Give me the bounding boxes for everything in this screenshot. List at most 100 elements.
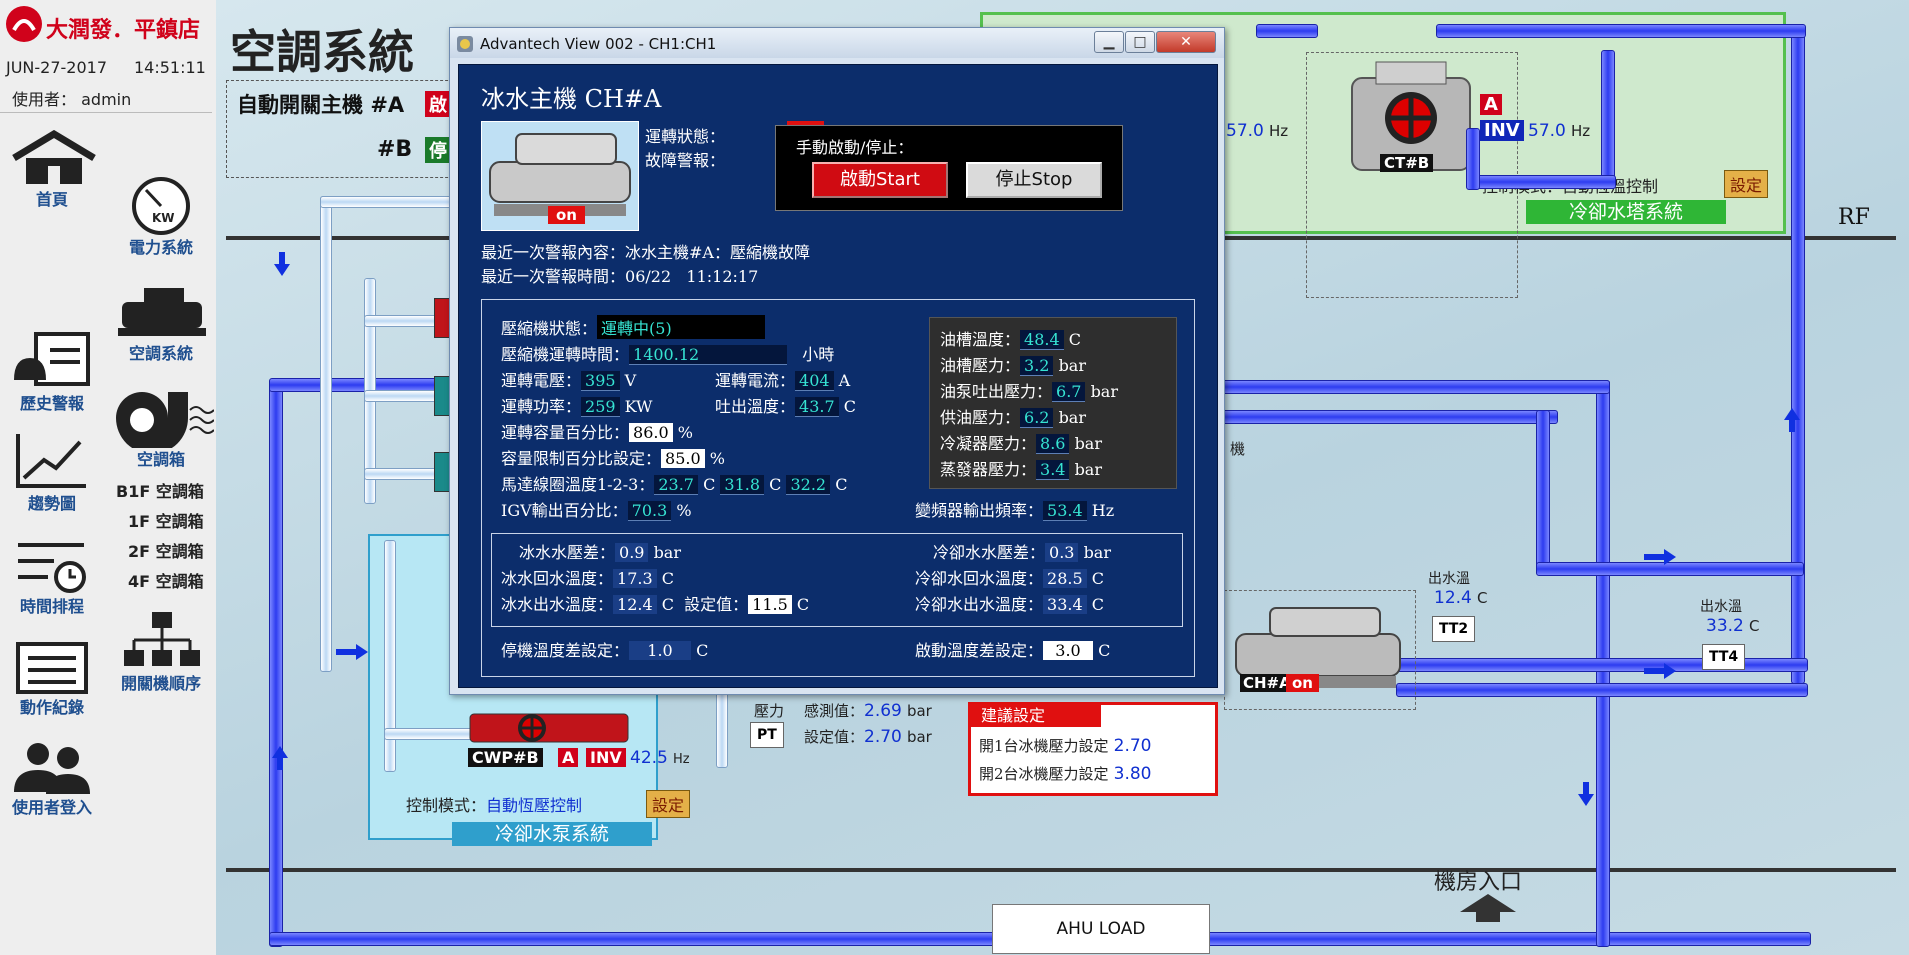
suggest-title: 建議設定 <box>971 705 1101 727</box>
ahu-b1f-link[interactable]: B1F 空調箱 <box>116 478 204 502</box>
user-name: admin <box>81 90 132 109</box>
outlet1-value: 12.4 C <box>1434 588 1488 608</box>
pump-unit[interactable] <box>468 710 630 746</box>
ct-unit-label: CT#B <box>1380 154 1434 172</box>
nav-hvac-label: 空調系統 <box>128 344 193 363</box>
fault-label: 故障警報： <box>645 151 726 170</box>
pump-set-button[interactable]: 設定 <box>646 790 691 818</box>
close-button[interactable]: ✕ <box>1156 31 1216 53</box>
user-label: 使用者： admin <box>12 90 132 109</box>
chw-dp: 冰水水壓差： 0.9 bar <box>519 543 681 562</box>
pipe <box>1256 24 1318 38</box>
oil-panel: 油槽溫度： 48.4 C 油槽壓力： 3.2 bar 油泵吐出壓力： 6.7 bar … <box>929 317 1177 489</box>
minimize-button[interactable]: ▁ <box>1094 31 1124 53</box>
nav-switch-sequence[interactable]: AHU LOAD 開關機順序 <box>108 610 214 696</box>
pump-mode-label: 控制模式：自動恆壓控制 <box>406 796 583 815</box>
oil-supply-press: 供油壓力： 6.2 bar <box>940 408 1086 428</box>
maximize-button[interactable]: □ <box>1125 31 1155 53</box>
chw-supply: 冰水出水溫度： 12.4 C 設定值： 11.5 C <box>501 595 810 614</box>
pressure-set: 設定值：2.70 bar <box>804 727 932 747</box>
alarm-history-icon <box>14 332 90 386</box>
nav-trend-label: 趨勢圖 <box>27 494 76 513</box>
flow-arrow-right-icon <box>1644 549 1676 565</box>
stop-diff-input[interactable]: 1.0 <box>629 641 692 660</box>
nav-hvac-system[interactable]: 空調系統 <box>108 282 214 363</box>
condenser-press: 冷凝器壓力： 8.6 bar <box>940 434 1102 454</box>
nav-home-label: 首頁 <box>35 190 68 209</box>
chiller-dialog-window: Advantech View 002 - CH1:CH1 ▁ □ ✕ 冰水主機 … <box>449 27 1225 695</box>
nav-home[interactable]: 首頁 <box>0 130 104 210</box>
chiller-image: on <box>481 121 639 231</box>
ahu-1f-link[interactable]: 1F 空調箱 <box>128 508 204 532</box>
nav-schedule[interactable]: 時間排程 <box>0 535 104 616</box>
nav-alarm-history[interactable]: 歷史警報 <box>0 330 104 413</box>
chw-return: 冰水回水溫度： 17.3 C <box>501 569 674 588</box>
stop-diff: 停機溫度差設定： 1.0 C <box>501 641 709 660</box>
pressure-sense: 感測值：2.69 bar <box>804 701 932 721</box>
flow-arrow-up-icon <box>272 746 288 770</box>
flow-arrow-down-icon <box>274 252 290 276</box>
close-icon: ✕ <box>1180 34 1192 50</box>
home-icon <box>12 130 96 184</box>
capacity-limit: 容量限制百分比設定： 85.0 % <box>501 449 725 468</box>
ahu-load-box[interactable]: AHU LOAD <box>992 904 1210 954</box>
rf-label: RF <box>1838 205 1870 230</box>
outlet2-tag: TT4 <box>1702 644 1746 670</box>
auto-switch-a-button[interactable]: 啟 <box>425 91 451 117</box>
cw-return: 冷卻水回水溫度： 28.5 C <box>915 569 1104 588</box>
cooling-tower-unit[interactable]: CT#B <box>1346 58 1476 176</box>
dialog-titlebar[interactable]: Advantech View 002 - CH1:CH1 ▁ □ ✕ <box>450 28 1224 58</box>
svg-text:KW: KW <box>152 211 175 225</box>
nav-trend[interactable]: 趨勢圖 <box>0 430 104 513</box>
ct-freq: 57.0 Hz <box>1528 121 1591 141</box>
ct-set-button[interactable]: 設定 <box>1724 170 1769 198</box>
nav-power-system[interactable]: KW 電力系統 <box>108 176 214 257</box>
auto-switch-panel: 自動開關主機 #A 啟 #B 停 <box>226 80 468 178</box>
nav-user-login[interactable]: 使用者登入 <box>0 740 104 820</box>
outlet1-label: 出水溫 <box>1428 571 1470 587</box>
nav-ahu[interactable]: 空調箱 <box>108 388 214 469</box>
capacity: 運轉容量百分比： 86.0 % <box>501 423 693 442</box>
pump-icon <box>469 713 629 743</box>
cw-dp: 冷卻水水壓差： 0.3 bar <box>933 543 1111 562</box>
entry-arrow-up-icon <box>1460 894 1516 922</box>
power-meter-icon: KW <box>132 177 190 235</box>
pipe <box>320 196 332 672</box>
stop-button[interactable]: 停止Stop <box>966 162 1102 198</box>
pipe <box>1466 175 1616 189</box>
pump-unit-label: CWP#B <box>468 748 543 767</box>
ct-system-label: 冷卻水塔系統 <box>1526 200 1726 224</box>
start-diff-input[interactable]: 3.0 <box>1043 641 1094 660</box>
ahu-4f-link[interactable]: 4F 空調箱 <box>128 568 204 592</box>
maximize-icon: □ <box>1133 34 1147 50</box>
setpoint-input[interactable]: 11.5 <box>748 595 792 614</box>
auto-switch-b-button[interactable]: 停 <box>425 137 451 163</box>
chiller-side-label: 機 <box>1230 440 1246 458</box>
ahu-2f-link[interactable]: 2F 空調箱 <box>128 538 204 562</box>
minimize-icon: ▁ <box>1103 34 1115 50</box>
evaporator-press: 蒸發器壓力： 3.4 bar <box>940 460 1102 480</box>
flow-arrow-down-icon <box>1578 782 1594 806</box>
pipe <box>1436 24 1806 38</box>
app-icon <box>457 36 473 52</box>
pump-tag-a: A <box>558 748 579 767</box>
pipe <box>1216 380 1610 394</box>
suggest-row-1: 開1台冰機壓力設定 2.70 <box>979 736 1152 756</box>
suggest-panel: 建議設定 開1台冰機壓力設定 2.70 開2台冰機壓力設定 3.80 <box>968 702 1218 796</box>
voltage: 運轉電壓： 395 V <box>501 371 637 391</box>
divider <box>0 112 212 113</box>
outlet2-label: 出水溫 <box>1700 599 1742 615</box>
pipe <box>1536 410 1550 572</box>
page-title: 空調系統 <box>230 25 414 79</box>
suggest-row-2: 開2台冰機壓力設定 3.80 <box>979 764 1152 784</box>
pump-tag-inv: INV <box>586 748 626 767</box>
hierarchy-icon <box>124 612 200 666</box>
brand-name: 大潤發．平鎮店 <box>46 18 201 43</box>
nav-action-log[interactable]: 動作紀錄 <box>0 640 104 720</box>
start-button[interactable]: 啟動Start <box>812 162 948 198</box>
vfd-freq: 變頻器輸出頻率： 53.4 Hz <box>915 501 1115 521</box>
chiller-main-unit[interactable]: CH#A on <box>1230 604 1406 698</box>
date-display: JUN-27-2017 <box>6 58 108 77</box>
time-display: 14:51:11 <box>134 58 206 77</box>
dialog-title: Advantech View 002 - CH1:CH1 <box>480 35 717 53</box>
